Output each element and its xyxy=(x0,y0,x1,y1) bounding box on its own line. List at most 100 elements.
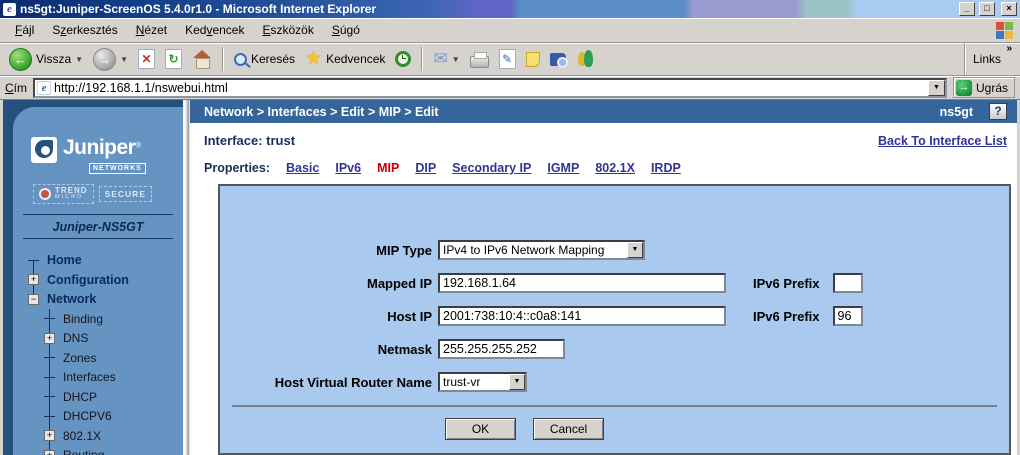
research-button[interactable] xyxy=(546,51,570,68)
tab-dip[interactable]: DIP xyxy=(415,161,436,175)
toolbar-separator xyxy=(421,47,423,71)
sidebar-item-dns[interactable]: + DNS xyxy=(13,329,183,349)
mail-envelope-icon: ✉ xyxy=(433,51,447,67)
url-input[interactable] xyxy=(51,80,928,95)
stop-button[interactable]: ✕ xyxy=(134,47,159,71)
toolbar-overflow-chevron[interactable]: » xyxy=(1006,43,1012,54)
breadcrumb: Network > Interfaces > Edit > MIP > Edit xyxy=(204,105,940,119)
refresh-button[interactable]: ↻ xyxy=(161,47,186,71)
back-dropdown-icon[interactable]: ▼ xyxy=(75,55,83,64)
mapped-ip-input[interactable] xyxy=(438,273,726,293)
help-button[interactable]: ? xyxy=(989,103,1007,120)
links-label: Links xyxy=(973,52,1001,66)
favorites-button[interactable]: ★ Kedvencek xyxy=(301,48,389,70)
tree-connector xyxy=(44,396,55,397)
history-button[interactable] xyxy=(391,49,415,69)
properties-label: Properties: xyxy=(204,161,270,175)
sidebar-item-binding[interactable]: Binding xyxy=(13,309,183,329)
tab-ipv6[interactable]: IPv6 xyxy=(335,161,361,175)
messenger-button[interactable] xyxy=(572,48,600,70)
mail-dropdown-icon[interactable]: ▼ xyxy=(452,55,460,64)
maximize-button[interactable]: □ xyxy=(979,2,995,16)
title-bar: e ns5gt:Juniper-ScreenOS 5.4.0r1.0 - Mic… xyxy=(0,0,1020,18)
page-header: Interface: trust Back To Interface List … xyxy=(190,123,1017,175)
sidebar-item-routing[interactable]: + Routing xyxy=(13,446,183,455)
sidebar-item-dhcpv6[interactable]: DHCPV6 xyxy=(13,407,183,427)
expand-plus-icon[interactable]: + xyxy=(44,450,55,455)
back-icon: ← xyxy=(9,48,32,71)
mip-type-select[interactable]: IPv4 to IPv6 Network Mapping ▼ xyxy=(438,240,645,260)
breadcrumb-bar: Network > Interfaces > Edit > MIP > Edit… xyxy=(190,100,1017,123)
ok-button[interactable]: OK xyxy=(445,418,516,440)
back-button[interactable]: ← Vissza ▼ xyxy=(5,46,87,73)
cancel-button[interactable]: Cancel xyxy=(533,418,604,440)
mail-button[interactable]: ✉ ▼ xyxy=(429,49,463,69)
edit-button[interactable]: ✎ xyxy=(495,47,520,71)
page-title: Interface: trust xyxy=(204,133,295,148)
forward-dropdown-icon[interactable]: ▼ xyxy=(120,55,128,64)
refresh-icon: ↻ xyxy=(165,49,182,69)
sidebar-item-interfaces[interactable]: Interfaces xyxy=(13,368,183,388)
sidebar-item-home[interactable]: Home xyxy=(13,251,183,271)
tree-connector xyxy=(44,357,55,358)
chevron-down-icon[interactable]: ▼ xyxy=(627,242,643,258)
print-button[interactable] xyxy=(466,49,493,70)
sidebar-item-network[interactable]: − Network xyxy=(13,290,183,310)
mapped-ip-label: Mapped IP xyxy=(220,276,432,291)
expand-plus-icon[interactable]: + xyxy=(28,274,39,285)
menu-file[interactable]: Fájl xyxy=(6,20,43,40)
sidebar-item-zones[interactable]: Zones xyxy=(13,348,183,368)
expand-plus-icon[interactable]: + xyxy=(44,333,55,344)
sidebar-item-dhcp[interactable]: DHCP xyxy=(13,387,183,407)
menu-bar: Fájl Szerkesztés Nézet Kedvencek Eszközö… xyxy=(0,18,1020,43)
mapped-ip-prefix-input[interactable] xyxy=(833,273,863,293)
properties-tabs: Properties: Basic IPv6 MIP DIP Secondary… xyxy=(204,161,1007,175)
go-button[interactable]: → Ugrás xyxy=(953,77,1015,98)
device-name-label: Juniper-NS5GT xyxy=(23,214,173,239)
ipv6-prefix-label: IPv6 Prefix xyxy=(753,276,820,291)
netmask-input[interactable] xyxy=(438,339,565,359)
tab-basic[interactable]: Basic xyxy=(286,161,319,175)
tab-igmp[interactable]: IGMP xyxy=(547,161,579,175)
menu-view[interactable]: Nézet xyxy=(127,20,176,40)
tab-8021x[interactable]: 802.1X xyxy=(595,161,635,175)
netmask-label: Netmask xyxy=(220,342,432,357)
juniper-logo: Juniper® NETWORKS xyxy=(31,137,173,174)
main-area: Network > Interfaces > Edit > MIP > Edit… xyxy=(190,100,1020,455)
expand-plus-icon[interactable]: + xyxy=(44,430,55,441)
sidebar-panel: Juniper® NETWORKS TREND MICRO SECURE Jun… xyxy=(13,107,183,455)
address-dropdown-button[interactable]: ▼ xyxy=(928,80,945,96)
printer-icon xyxy=(470,56,489,68)
window-title: ns5gt:Juniper-ScreenOS 5.4.0r1.0 - Micro… xyxy=(20,2,955,16)
forward-button[interactable]: → ▼ xyxy=(89,46,132,73)
messenger-people-icon xyxy=(576,50,596,68)
home-icon xyxy=(192,50,212,68)
close-button[interactable]: × xyxy=(1001,2,1017,16)
menu-favorites[interactable]: Kedvencek xyxy=(176,20,253,40)
menu-help[interactable]: Súgó xyxy=(323,20,369,40)
search-button[interactable]: Keresés xyxy=(230,50,299,68)
sidebar-item-configuration[interactable]: + Configuration xyxy=(13,270,183,290)
back-to-interface-list-link[interactable]: Back To Interface List xyxy=(878,134,1007,148)
links-toolbar[interactable]: Links » xyxy=(964,43,1015,75)
tab-mip[interactable]: MIP xyxy=(377,161,399,175)
ipv6-prefix-label: IPv6 Prefix xyxy=(753,309,820,324)
tab-irdp[interactable]: IRDP xyxy=(651,161,681,175)
menu-edit[interactable]: Szerkesztés xyxy=(43,20,126,40)
chevron-down-icon[interactable]: ▼ xyxy=(509,374,525,390)
sidebar-edge xyxy=(183,100,190,455)
minimize-button[interactable]: _ xyxy=(959,2,975,16)
collapse-minus-icon[interactable]: − xyxy=(28,294,39,305)
home-button[interactable] xyxy=(188,48,216,70)
virtual-router-select[interactable]: trust-vr ▼ xyxy=(438,372,527,392)
host-ip-input[interactable] xyxy=(438,306,726,326)
page-favicon: e xyxy=(37,81,51,95)
sidebar-item-8021x[interactable]: + 802.1X xyxy=(13,426,183,446)
standard-toolbar: ← Vissza ▼ → ▼ ✕ ↻ Keresés ★ Kedvencek ✉… xyxy=(0,43,1020,76)
research-book-icon xyxy=(550,53,566,66)
mip-type-label: MIP Type xyxy=(220,243,432,258)
host-ip-prefix-input[interactable] xyxy=(833,306,863,326)
menu-tools[interactable]: Eszközök xyxy=(253,20,322,40)
tab-secondary-ip[interactable]: Secondary IP xyxy=(452,161,531,175)
discuss-button[interactable] xyxy=(522,50,544,69)
